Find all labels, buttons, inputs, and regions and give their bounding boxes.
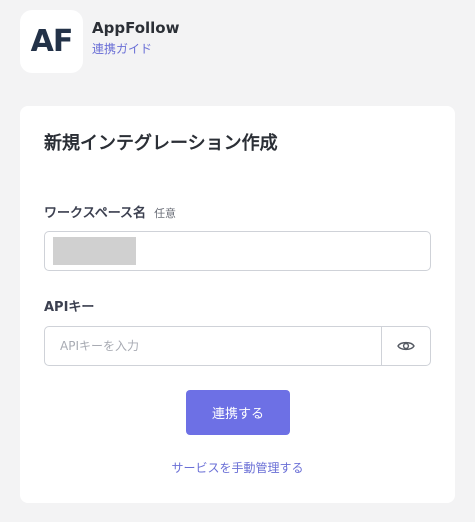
connect-button[interactable]: 連携する — [186, 390, 290, 435]
app-header: AF AppFollow 連携ガイド — [20, 10, 179, 73]
api-key-field — [44, 326, 431, 366]
toggle-visibility-button[interactable] — [381, 327, 430, 365]
integration-form-card: 新規インテグレーション作成 ワークスペース名 任意 APIキー 連携する サービ… — [20, 106, 455, 503]
app-name: AppFollow — [92, 18, 180, 37]
app-info: AppFollow 連携ガイド — [92, 18, 179, 58]
app-logo: AF — [20, 10, 83, 73]
api-key-input[interactable] — [45, 327, 381, 365]
workspace-name-label: ワークスペース名 — [44, 206, 147, 221]
optional-badge: 任意 — [154, 207, 177, 220]
api-key-label: APIキー — [44, 300, 95, 315]
eye-icon — [397, 337, 415, 356]
form-title: 新規インテグレーション作成 — [44, 133, 278, 154]
workspace-name-input[interactable] — [44, 231, 431, 271]
integration-guide-link[interactable]: 連携ガイド — [92, 40, 179, 58]
redacted-value — [53, 237, 136, 265]
api-key-label-row: APIキー — [44, 296, 94, 315]
app-logo-text: AF — [30, 24, 74, 59]
manual-manage-link[interactable]: サービスを手動管理する — [20, 459, 455, 476]
workspace-label-row: ワークスペース名 任意 — [44, 202, 176, 221]
